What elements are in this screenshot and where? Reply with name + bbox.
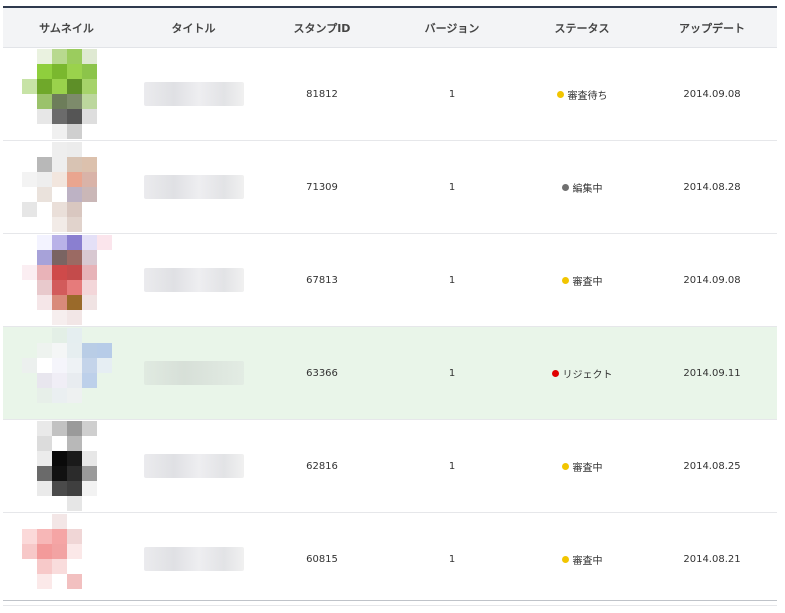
stamp-id-cell: 71309 bbox=[306, 181, 338, 193]
status-label: 審査中 bbox=[572, 276, 603, 288]
update-date-cell: 2014.08.25 bbox=[683, 460, 741, 472]
title-cell bbox=[130, 420, 257, 512]
stamp-thumbnail-image[interactable] bbox=[21, 514, 112, 604]
status-label: 審査待ち bbox=[567, 90, 608, 102]
thumbnail-cell bbox=[3, 141, 130, 233]
title-cell bbox=[130, 48, 257, 140]
status-dot-icon bbox=[556, 90, 564, 98]
status-badge: 審査中 bbox=[561, 273, 603, 288]
version-cell: 1 bbox=[448, 181, 456, 193]
title-cell bbox=[130, 513, 257, 605]
title-redacted[interactable] bbox=[143, 82, 244, 106]
status-cell: 編集中 bbox=[517, 141, 647, 233]
version-cell: 1 bbox=[448, 460, 456, 472]
table-bottom-divider bbox=[3, 600, 777, 601]
table-row[interactable]: 60815 1 審査中 2014.08.21 bbox=[3, 513, 777, 606]
title-cell bbox=[130, 141, 257, 233]
stamp-thumbnail-image[interactable] bbox=[21, 421, 112, 511]
status-badge: 編集中 bbox=[561, 180, 603, 195]
thumbnail-cell bbox=[3, 234, 130, 326]
status-dot-icon bbox=[561, 276, 569, 284]
table-body: 81812 1 審査待ち 2014.09.08 71309 1 編集中 2014.08.28 6… bbox=[3, 48, 777, 606]
table-row[interactable]: 67813 1 審査中 2014.09.08 bbox=[3, 234, 777, 327]
status-cell: 審査中 bbox=[517, 420, 647, 512]
stamp-thumbnail-image[interactable] bbox=[21, 142, 112, 232]
status-dot-icon bbox=[561, 555, 569, 563]
update-date-cell: 2014.09.08 bbox=[683, 274, 741, 286]
status-badge: 審査中 bbox=[561, 459, 603, 474]
table-row[interactable]: 63366 1 リジェクト 2014.09.11 bbox=[3, 327, 777, 420]
status-label: リジェクト bbox=[562, 369, 613, 381]
title-cell bbox=[130, 234, 257, 326]
table-row[interactable]: 81812 1 審査待ち 2014.09.08 bbox=[3, 48, 777, 141]
stamp-thumbnail-image[interactable] bbox=[21, 49, 112, 139]
title-redacted[interactable] bbox=[143, 175, 244, 199]
stamp-id-cell: 63366 bbox=[306, 367, 338, 379]
header-stamp-id[interactable]: スタンプID bbox=[257, 8, 387, 47]
table-row[interactable]: 71309 1 編集中 2014.08.28 bbox=[3, 141, 777, 234]
update-date-cell: 2014.09.08 bbox=[683, 88, 741, 100]
stamp-id-cell: 67813 bbox=[306, 274, 338, 286]
header-thumbnail[interactable]: サムネイル bbox=[3, 8, 130, 47]
status-badge: リジェクト bbox=[551, 366, 613, 381]
header-version[interactable]: バージョン bbox=[387, 8, 517, 47]
status-label: 審査中 bbox=[572, 555, 603, 567]
status-cell: 審査中 bbox=[517, 234, 647, 326]
status-dot-icon bbox=[551, 369, 559, 377]
status-cell: 審査中 bbox=[517, 513, 647, 605]
title-redacted[interactable] bbox=[143, 268, 244, 292]
update-date-cell: 2014.08.28 bbox=[683, 181, 741, 193]
thumbnail-cell bbox=[3, 420, 130, 512]
thumbnail-cell bbox=[3, 48, 130, 140]
version-cell: 1 bbox=[448, 88, 456, 100]
update-date-cell: 2014.09.11 bbox=[683, 367, 741, 379]
version-cell: 1 bbox=[448, 553, 456, 565]
title-redacted[interactable] bbox=[143, 547, 244, 571]
status-dot-icon bbox=[561, 183, 569, 191]
header-title[interactable]: タイトル bbox=[130, 8, 257, 47]
stamp-id-cell: 62816 bbox=[306, 460, 338, 472]
thumbnail-cell bbox=[3, 327, 130, 419]
status-label: 編集中 bbox=[572, 183, 603, 195]
stamp-id-cell: 81812 bbox=[306, 88, 338, 100]
status-cell: リジェクト bbox=[517, 327, 647, 419]
stamp-id-cell: 60815 bbox=[306, 553, 338, 565]
update-date-cell: 2014.08.21 bbox=[683, 553, 741, 565]
status-label: 審査中 bbox=[572, 462, 603, 474]
status-cell: 審査待ち bbox=[517, 48, 647, 140]
status-badge: 審査待ち bbox=[556, 87, 608, 102]
status-dot-icon bbox=[561, 462, 569, 470]
version-cell: 1 bbox=[448, 274, 456, 286]
header-status[interactable]: ステータス bbox=[517, 8, 647, 47]
title-cell bbox=[130, 327, 257, 419]
version-cell: 1 bbox=[448, 367, 456, 379]
stamp-table: サムネイル タイトル スタンプID バージョン ステータス アップデート 818… bbox=[3, 6, 777, 606]
stamp-thumbnail-image[interactable] bbox=[21, 328, 112, 418]
table-row[interactable]: 62816 1 審査中 2014.08.25 bbox=[3, 420, 777, 513]
stamp-thumbnail-image[interactable] bbox=[21, 235, 112, 325]
thumbnail-cell bbox=[3, 513, 130, 605]
header-update[interactable]: アップデート bbox=[647, 8, 777, 47]
title-redacted[interactable] bbox=[143, 361, 244, 385]
title-redacted[interactable] bbox=[143, 454, 244, 478]
status-badge: 審査中 bbox=[561, 552, 603, 567]
table-header: サムネイル タイトル スタンプID バージョン ステータス アップデート bbox=[3, 8, 777, 48]
